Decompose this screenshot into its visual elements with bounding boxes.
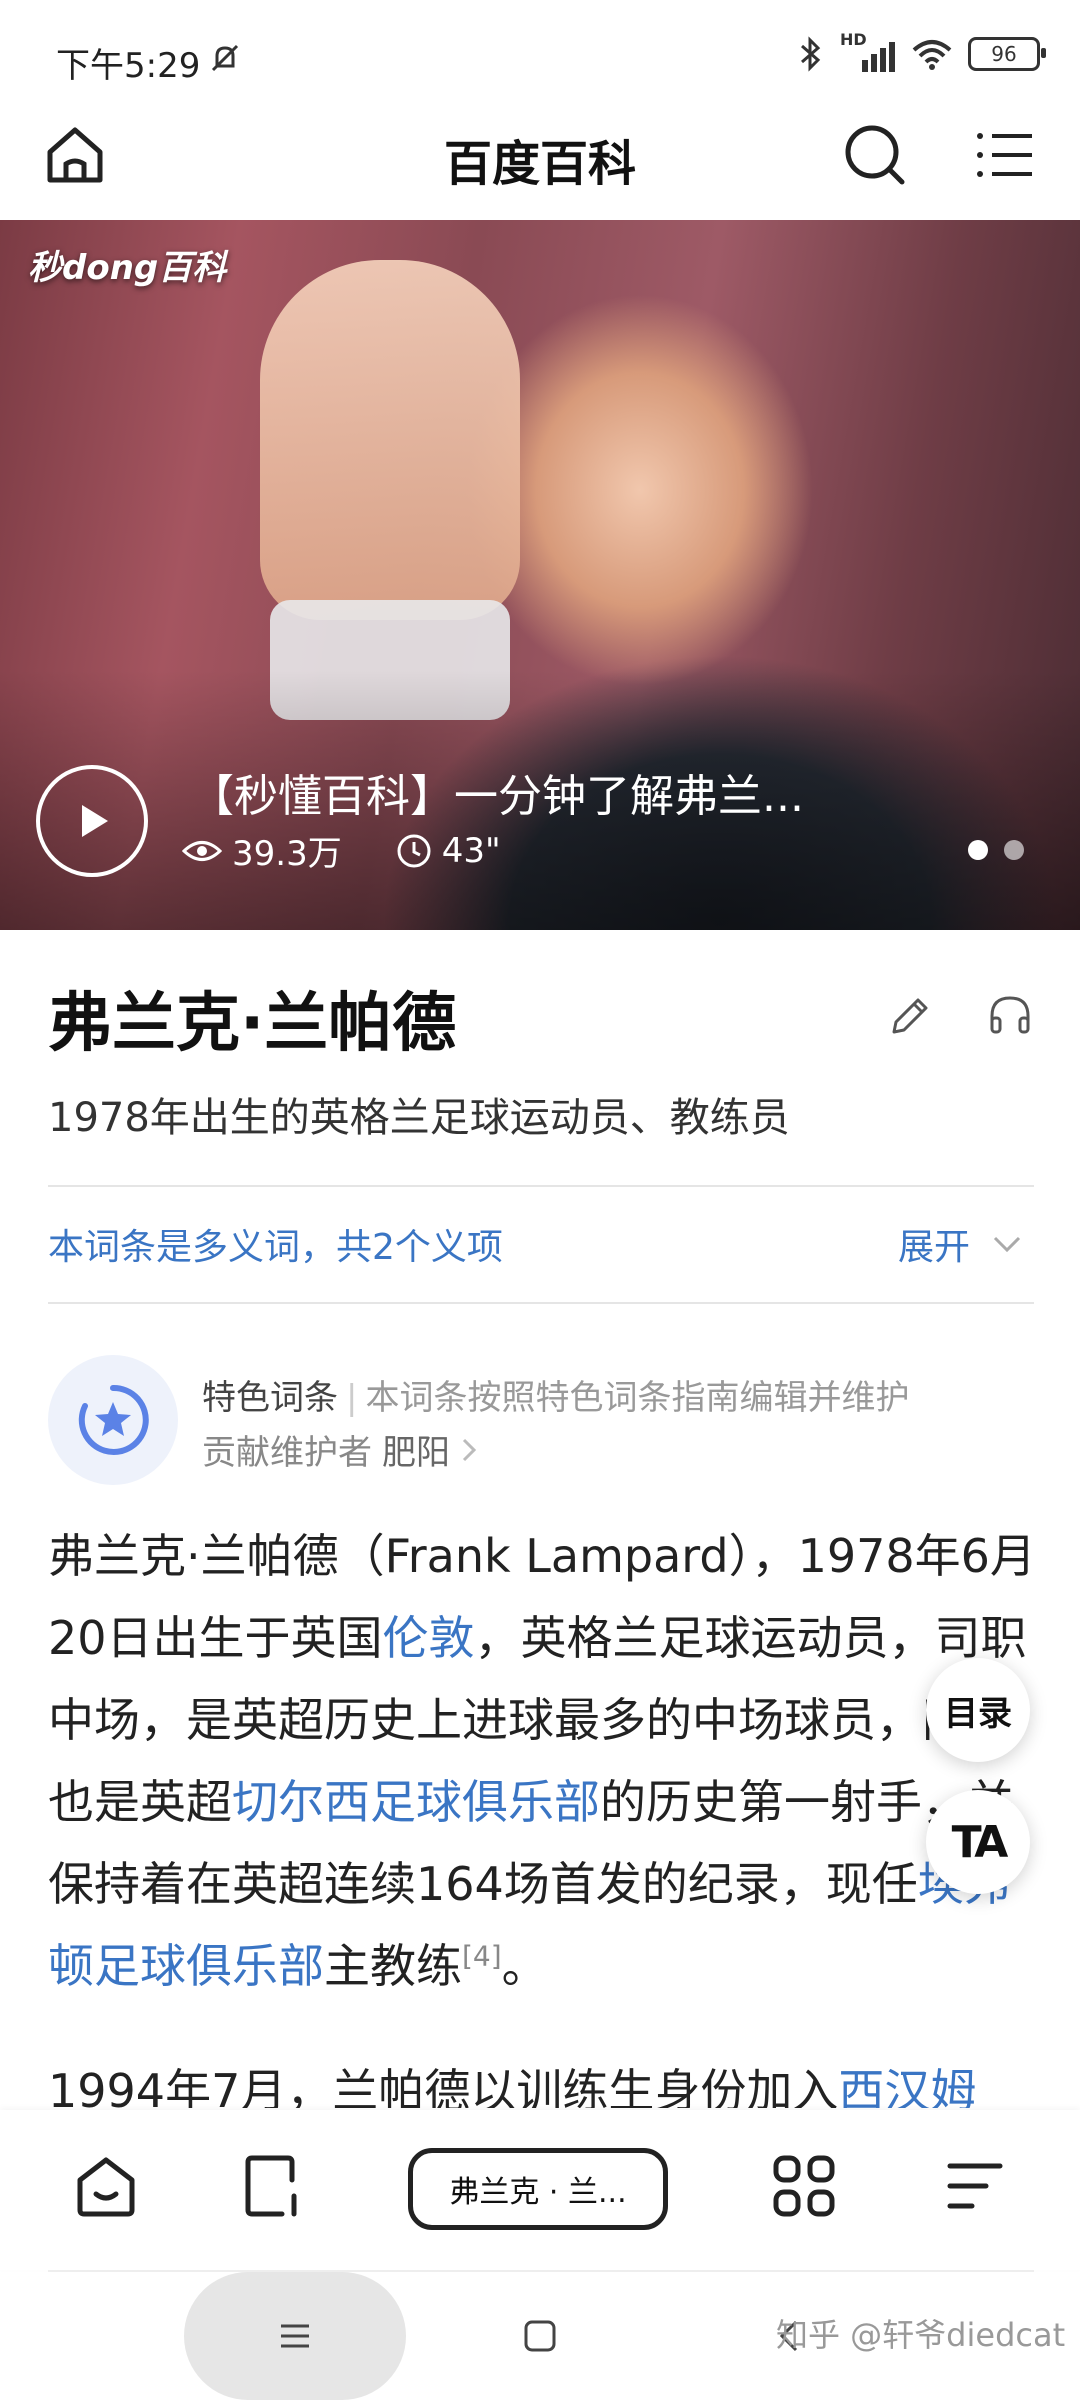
carousel-dot[interactable]	[1004, 840, 1024, 860]
carousel-dot[interactable]	[968, 840, 988, 860]
wifi-icon	[912, 40, 952, 70]
text-size-button[interactable]: TA	[926, 1790, 1030, 1894]
system-nav-bar: 知乎 @轩爷diedcat	[0, 2272, 1080, 2400]
reference-marker[interactable]: [4]	[462, 1940, 502, 1973]
polysemy-notice[interactable]: 本词条是多义词，共2个义项	[48, 1218, 503, 1270]
feature-separator: |	[346, 1378, 358, 1418]
chevron-right-icon	[462, 1438, 477, 1461]
carousel-dots[interactable]	[968, 840, 1024, 860]
recents-icon	[281, 2324, 309, 2348]
video-views: 39.3万	[232, 834, 342, 874]
play-icon	[82, 805, 108, 837]
status-time: 下午5:29	[56, 46, 201, 86]
watermark: 知乎 @轩爷diedcat	[776, 2316, 1066, 2354]
video-brand-logo: 秒dong百科	[28, 248, 227, 288]
clock-icon	[397, 834, 431, 867]
chevron-down-icon	[993, 1236, 1021, 1253]
video-title[interactable]: 【秒懂百科】一分钟了解弗兰...	[190, 760, 890, 824]
more-menu-icon[interactable]	[938, 2150, 1010, 2222]
home-tab-icon[interactable]	[70, 2150, 142, 2222]
contributor-link[interactable]: 贡献维护者 肥阳	[202, 1425, 478, 1474]
toc-button[interactable]: 目录	[926, 1658, 1030, 1762]
video-meta: 39.3万 43"	[182, 826, 501, 875]
summary-text: 主教练	[324, 1939, 462, 1993]
feature-desc: 本词条按照特色词条指南编辑并维护	[365, 1378, 910, 1418]
window-icon[interactable]	[236, 2150, 308, 2222]
expand-label: 展开	[898, 1227, 971, 1268]
eye-icon	[182, 840, 222, 861]
home-icon[interactable]	[42, 122, 108, 188]
contributor-label: 贡献维护者	[202, 1433, 372, 1473]
feature-label: 特色词条	[202, 1378, 338, 1418]
home-square-icon[interactable]	[520, 2316, 560, 2356]
summary-text: 。	[501, 1939, 548, 1993]
current-tab-button[interactable]: 弗兰克 · 兰...	[408, 2148, 668, 2230]
feature-line: 特色词条 | 本词条按照特色词条指南编辑并维护	[202, 1370, 909, 1419]
career-paragraph: 1994年7月，兰帕德以训练生身份加入西汉姆	[48, 2050, 1038, 2108]
hd-label: HD	[840, 30, 867, 49]
link-west-ham[interactable]: 西汉姆	[838, 2064, 976, 2108]
search-icon[interactable]	[842, 122, 908, 188]
expand-button[interactable]: 展开	[898, 1218, 1022, 1270]
signal-icon: HD	[840, 30, 896, 72]
recents-button[interactable]	[184, 2272, 406, 2400]
edit-icon[interactable]	[884, 990, 936, 1042]
status-bar: 下午5:29 HD 96	[0, 0, 1080, 110]
link-london[interactable]: 伦敦	[383, 1611, 475, 1665]
hero-image-hands	[260, 260, 520, 620]
entry-title: 弗兰克·兰帕德	[48, 987, 457, 1061]
video-banner[interactable]: 秒dong百科 【秒懂百科】一分钟了解弗兰... 39.3万 43"	[0, 220, 1080, 930]
career-text: 1994年7月，兰帕德以训练生身份加入	[48, 2064, 839, 2108]
bluetooth-icon	[801, 36, 821, 72]
contributor-name: 肥阳	[382, 1433, 450, 1473]
battery-level: 96	[991, 42, 1017, 66]
divider	[48, 1185, 1034, 1187]
featured-star-icon	[78, 1384, 149, 1455]
status-indicators: HD 96	[796, 30, 1046, 72]
bottom-toolbar: 弗兰克 · 兰...	[0, 2110, 1080, 2270]
headphones-icon[interactable]	[984, 990, 1036, 1042]
menu-icon[interactable]	[972, 122, 1038, 188]
entry-subtitle: 1978年出生的英格兰足球运动员、教练员	[48, 1095, 790, 1141]
divider	[48, 1302, 1034, 1304]
mute-icon	[211, 44, 239, 72]
video-duration: 43"	[441, 830, 501, 871]
battery-indicator: 96	[968, 37, 1046, 71]
top-nav: 百度百科	[0, 110, 1080, 220]
summary-paragraph: 弗兰克·兰帕德（Frank Lampard），1978年6月20日出生于英国伦敦…	[48, 1515, 1038, 2007]
feature-badge	[48, 1355, 178, 1485]
app-title: 百度百科	[443, 136, 636, 192]
play-button[interactable]	[36, 765, 148, 877]
link-chelsea-fc[interactable]: 切尔西足球俱乐部	[232, 1775, 600, 1829]
grid-apps-icon[interactable]	[768, 2150, 840, 2222]
